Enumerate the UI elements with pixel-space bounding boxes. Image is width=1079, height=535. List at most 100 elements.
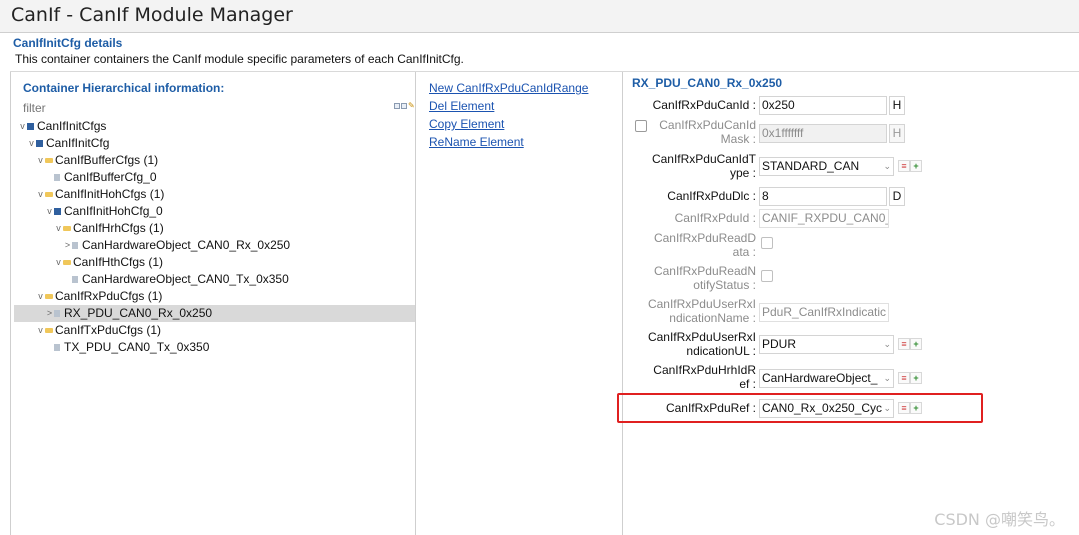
user-ind-name-input: PduR_CanIfRxIndicatic [759, 303, 889, 322]
tree-item[interactable]: v CanIfHthCfgs (1) [14, 254, 415, 271]
node-icon [54, 208, 61, 215]
chevron-down-icon[interactable]: ⌄ [883, 370, 891, 387]
add-icon[interactable]: + [910, 160, 922, 172]
new-rxpducanidrange-link[interactable]: New CanIfRxPduCanIdRange [429, 79, 588, 97]
hrh-ref-label-line1: CanIfRxPduHrhIdR [653, 363, 756, 377]
tree-item[interactable]: v CanIfInitHohCfg_0 [14, 203, 415, 220]
user-ind-ul-label-line1: CanIfRxPduUserRxI [647, 330, 756, 344]
user-ind-ul-select[interactable]: PDUR ⌄ [759, 335, 894, 354]
leaf-icon [72, 242, 78, 249]
copy-element-link[interactable]: Copy Element [429, 115, 588, 133]
tree-item-label: CanIfInitCfgs [37, 119, 107, 133]
can-id-mask-input: 0x1fffffff [759, 124, 887, 143]
tree-item-label: CanIfInitHohCfgs (1) [55, 187, 165, 201]
pdu-id-input: CANIF_RXPDU_CAN0_ [759, 209, 889, 228]
folder-icon [45, 192, 53, 197]
chevron-down-icon[interactable]: v [36, 288, 45, 305]
tree-item-label: CanIfTxPduCfgs (1) [55, 323, 162, 337]
expand-all-icon[interactable] [401, 103, 407, 109]
can-id-mask-label-line2: Mask : [720, 132, 756, 146]
tree-item[interactable]: v CanIfRxPduCfgs (1) [14, 288, 415, 305]
can-id-type-value: STANDARD_CAN [762, 159, 860, 173]
collapse-all-icon[interactable] [394, 103, 400, 109]
add-icon[interactable]: + [910, 338, 922, 350]
hrh-ref-value: CanHardwareObject_ [762, 371, 878, 385]
chevron-right-icon[interactable]: > [63, 237, 72, 254]
pdu-ref-label: CanIfRxPduRef : [665, 401, 756, 415]
chevron-right-icon[interactable]: > [45, 305, 54, 322]
tree-item-label: CanIfHrhCfgs (1) [73, 221, 164, 235]
leaf-icon [54, 310, 60, 317]
read-notify-checkbox[interactable] [761, 270, 773, 282]
tree-item-label: CanIfInitHohCfg_0 [64, 204, 163, 218]
tree-item[interactable]: CanHardwareObject_CAN0_Tx_0x350 [14, 271, 415, 288]
chevron-down-icon[interactable]: v [54, 254, 63, 271]
pdu-id-label: CanIfRxPduId : [674, 211, 756, 225]
add-icon[interactable]: + [910, 372, 922, 384]
chevron-down-icon[interactable]: ⌄ [883, 336, 891, 353]
read-notify-label-line2: otifyStatus : [693, 278, 756, 292]
chevron-down-icon[interactable]: v [54, 220, 63, 237]
tree-item[interactable]: TX_PDU_CAN0_Tx_0x350 [14, 339, 415, 356]
chevron-down-icon[interactable]: v [45, 203, 54, 220]
add-icon[interactable]: + [910, 402, 922, 414]
tree-item-label: CanIfInitCfg [46, 136, 110, 150]
tree-item[interactable]: v CanIfBufferCfgs (1) [14, 152, 415, 169]
filter-input[interactable] [23, 100, 383, 116]
read-data-label: CanIfRxPduReadD ata : [654, 231, 756, 259]
pdu-ref-select[interactable]: CAN0_Rx_0x250_Cyc ⌄ [759, 399, 894, 418]
rename-element-link[interactable]: ReName Element [429, 133, 588, 151]
chevron-down-icon[interactable]: ⌄ [883, 400, 891, 417]
tree-item[interactable]: > RX_PDU_CAN0_Rx_0x250 [14, 305, 415, 322]
user-ind-ul-label-line2: ndicationUL : [686, 344, 756, 358]
reference-icon[interactable]: ≡ [898, 402, 910, 414]
tree-item-label: CanHardwareObject_CAN0_Rx_0x250 [82, 238, 291, 252]
chevron-down-icon[interactable]: v [27, 135, 36, 152]
tree-item[interactable]: CanIfBufferCfg_0 [14, 169, 415, 186]
dlc-input[interactable]: 8 [759, 187, 887, 206]
filter-row: ✎ [23, 100, 415, 116]
del-element-link[interactable]: Del Element [429, 97, 588, 115]
details-header: CanIfInitCfg details [13, 36, 123, 50]
reference-icon[interactable]: ≡ [898, 160, 910, 172]
read-data-checkbox[interactable] [761, 237, 773, 249]
form-heading: RX_PDU_CAN0_Rx_0x250 [632, 76, 783, 90]
chevron-down-icon[interactable]: v [36, 152, 45, 169]
window-title: CanIf - CanIf Module Manager [11, 4, 293, 26]
tree-item[interactable]: v CanIfInitCfg [14, 135, 415, 152]
tree-item[interactable]: v CanIfTxPduCfgs (1) [14, 322, 415, 339]
node-icon [27, 123, 34, 130]
folder-icon [63, 226, 71, 231]
can-id-type-select[interactable]: STANDARD_CAN ⌄ [759, 157, 894, 176]
tree-item[interactable]: v CanIfInitHohCfgs (1) [14, 186, 415, 203]
leaf-icon [54, 174, 60, 181]
chevron-down-icon[interactable]: v [36, 322, 45, 339]
edit-icon[interactable]: ✎ [408, 102, 415, 110]
chevron-down-icon[interactable]: ⌄ [883, 158, 891, 175]
can-id-type-label-line1: CanIfRxPduCanIdT [651, 152, 756, 166]
tree-heading: Container Hierarchical information: [23, 81, 225, 95]
reference-icon[interactable]: ≡ [898, 372, 910, 384]
tree-item[interactable]: v CanIfInitCfgs [14, 118, 415, 135]
folder-icon [45, 294, 53, 299]
tree-item-label: CanIfBufferCfgs (1) [55, 153, 159, 167]
can-id-mask-unit: H [889, 124, 905, 143]
folder-icon [45, 328, 53, 333]
tree-toolbar: ✎ [394, 102, 415, 110]
can-id-input[interactable]: 0x250 [759, 96, 887, 115]
hrh-ref-label-line2: ef : [739, 377, 756, 391]
user-ind-name-label: CanIfRxPduUserRxI ndicationName : [648, 297, 756, 325]
tree-item-label: RX_PDU_CAN0_Rx_0x250 [64, 306, 213, 320]
tree-item[interactable]: > CanHardwareObject_CAN0_Rx_0x250 [14, 237, 415, 254]
node-icon [36, 140, 43, 147]
can-id-type-label-line2: ype : [729, 166, 756, 180]
chevron-down-icon[interactable]: v [36, 186, 45, 203]
can-id-label: CanIfRxPduCanId : [652, 98, 756, 112]
chevron-down-icon[interactable]: v [18, 118, 27, 135]
dlc-label: CanIfRxPduDlc : [667, 189, 756, 203]
can-id-type-label: CanIfRxPduCanIdT ype : [652, 152, 756, 180]
hrh-ref-select[interactable]: CanHardwareObject_ ⌄ [759, 369, 894, 388]
can-id-mask-checkbox[interactable] [635, 120, 647, 132]
tree-item[interactable]: v CanIfHrhCfgs (1) [14, 220, 415, 237]
reference-icon[interactable]: ≡ [898, 338, 910, 350]
